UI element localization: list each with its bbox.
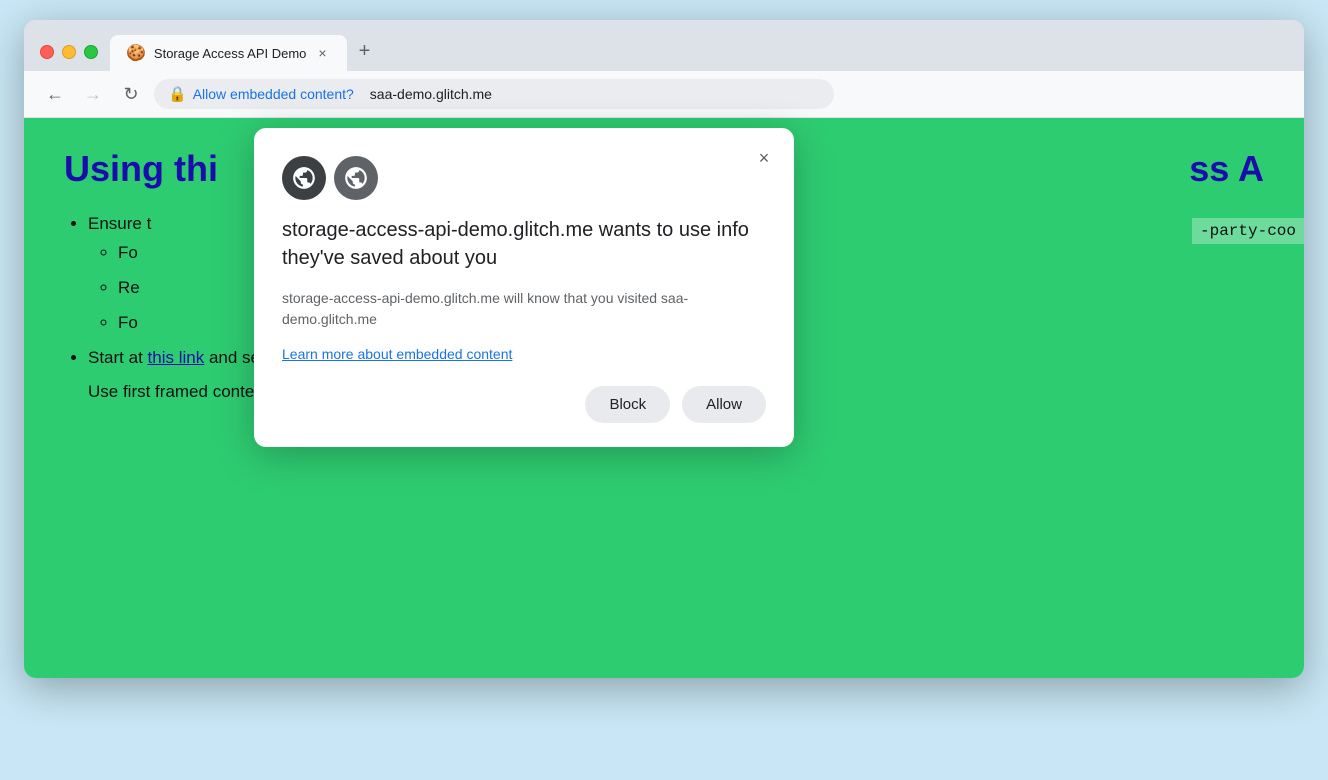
- close-window-button[interactable]: [40, 45, 54, 59]
- block-button[interactable]: Block: [585, 386, 670, 423]
- globe-icon-2: [334, 156, 378, 200]
- tab-title: Storage Access API Demo: [154, 46, 306, 61]
- title-bar: 🍪 Storage Access API Demo × +: [24, 20, 1304, 71]
- dialog-actions: Block Allow: [282, 386, 766, 423]
- dialog-close-button[interactable]: ×: [750, 144, 778, 172]
- new-tab-button[interactable]: +: [347, 32, 383, 71]
- forward-button[interactable]: →: [78, 79, 108, 109]
- minimize-window-button[interactable]: [62, 45, 76, 59]
- maximize-window-button[interactable]: [84, 45, 98, 59]
- traffic-lights: [40, 45, 98, 71]
- address-bar-container: 🔒 Allow embedded content? saa-demo.glitc…: [154, 79, 1288, 109]
- reload-button[interactable]: ↻: [116, 79, 146, 109]
- globe-icon-1: [282, 156, 326, 200]
- page-content: Using thi ss A Ensure t Fo Re Fo Start a…: [24, 118, 1304, 678]
- storage-access-prompt[interactable]: 🔒 Allow embedded content?: [168, 85, 354, 103]
- permission-dialog: × storage-access-ap: [254, 128, 794, 447]
- dialog-title: storage-access-api-demo.glitch.me wants …: [282, 216, 766, 272]
- prompt-label: Allow embedded content?: [193, 86, 354, 102]
- back-button[interactable]: ←: [40, 79, 70, 109]
- lock-icon: 🔒: [168, 85, 187, 103]
- browser-window: 🍪 Storage Access API Demo × + ← → ↻ 🔒 Al…: [24, 20, 1304, 678]
- dialog-icons: [282, 156, 766, 200]
- navigation-bar: ← → ↻ 🔒 Allow embedded content? saa-demo…: [24, 71, 1304, 118]
- modal-overlay: × storage-access-ap: [24, 118, 1304, 678]
- url-text: saa-demo.glitch.me: [370, 86, 492, 102]
- tab-favicon: 🍪: [126, 43, 146, 63]
- tab-close-button[interactable]: ×: [314, 43, 330, 63]
- learn-more-link[interactable]: Learn more about embedded content: [282, 346, 512, 362]
- active-tab[interactable]: 🍪 Storage Access API Demo ×: [110, 35, 347, 71]
- dialog-description: storage-access-api-demo.glitch.me will k…: [282, 288, 766, 330]
- allow-button[interactable]: Allow: [682, 386, 766, 423]
- address-bar[interactable]: 🔒 Allow embedded content? saa-demo.glitc…: [154, 79, 834, 109]
